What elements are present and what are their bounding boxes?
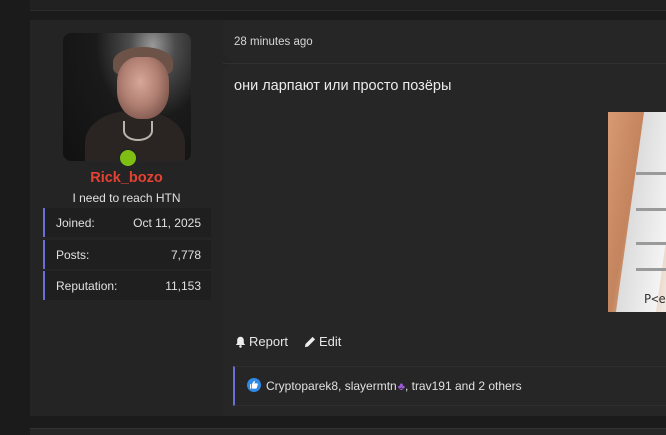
previous-post-edge [30, 0, 666, 11]
stat-reputation: Reputation: 11,153 [43, 271, 211, 300]
image-stripe [636, 268, 666, 271]
stat-joined: Joined: Oct 11, 2025 [43, 208, 211, 237]
image-stripe [636, 208, 666, 211]
stat-value: 11,153 [165, 279, 201, 293]
post: Rick_bozo I need to reach HTN Joined: Oc… [30, 20, 666, 416]
post-message: они ларпают или просто позёры [234, 78, 452, 94]
stat-label: Posts: [56, 248, 90, 262]
edit-button[interactable]: Edit [304, 334, 341, 349]
reaction-users-first[interactable]: Cryptoparek8, slayermtn [266, 379, 397, 393]
stat-value: 7,778 [170, 248, 201, 262]
image-text: P<e [644, 292, 666, 306]
user-title: I need to reach HTN [72, 191, 181, 205]
reaction-users[interactable]: Cryptoparek8, slayermtn♣, trav191 and 2 … [266, 379, 522, 393]
post-header: 28 minutes ago [223, 20, 666, 64]
post-main: 28 minutes ago они ларпают или просто по… [223, 20, 666, 416]
stat-label: Reputation: [56, 279, 118, 293]
online-status-icon [118, 148, 138, 168]
username[interactable]: Rick_bozo [30, 170, 223, 186]
report-button[interactable]: Report [235, 334, 288, 349]
like-icon [247, 378, 261, 392]
reaction-users-rest[interactable]: , trav191 and 2 others [405, 379, 522, 393]
stat-posts: Posts: 7,778 [43, 240, 211, 269]
stat-label: Joined: [56, 216, 95, 230]
image-stripe [636, 242, 666, 245]
image-stripe [636, 172, 666, 175]
bell-icon [235, 336, 246, 348]
post-time[interactable]: 28 minutes ago [234, 36, 313, 48]
avatar-chain [123, 121, 153, 141]
report-label: Report [249, 334, 289, 349]
user-sidebar: Rick_bozo I need to reach HTN Joined: Oc… [30, 20, 223, 416]
image-paper [615, 112, 666, 312]
stat-value: Oct 11, 2025 [133, 216, 201, 230]
grape-icon: ♣ [397, 381, 405, 393]
attached-image[interactable]: P<e [608, 112, 666, 312]
pencil-icon [304, 336, 316, 348]
edit-label: Edit [319, 334, 342, 349]
avatar-face [117, 57, 169, 119]
avatar[interactable] [63, 33, 191, 161]
thumbs-up-icon [250, 380, 258, 389]
reactions-bar: Cryptoparek8, slayermtn♣, trav191 and 2 … [233, 366, 666, 406]
